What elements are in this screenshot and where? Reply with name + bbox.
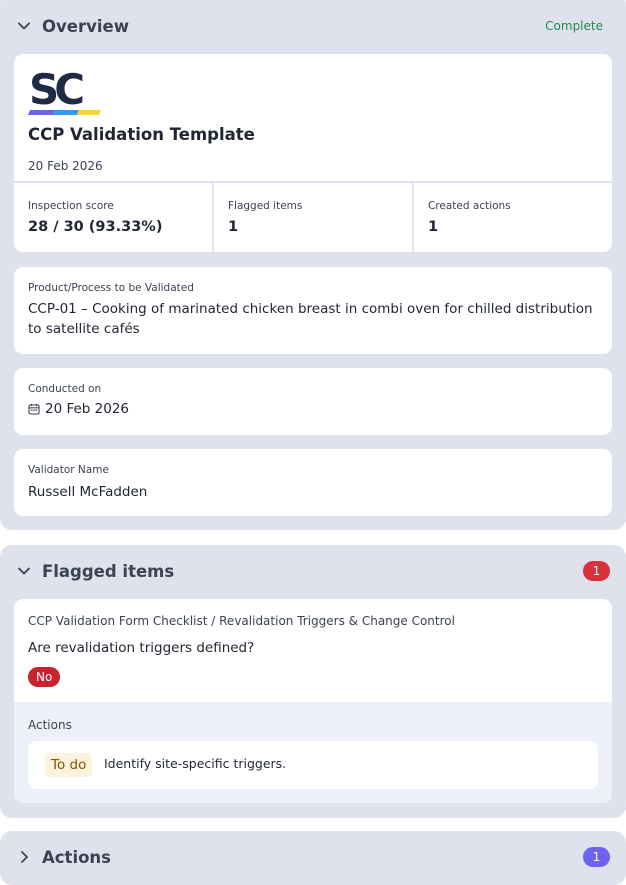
field-label: Validator Name <box>28 464 109 476</box>
field-value: Russell McFadden <box>28 484 148 500</box>
chevron-down-icon[interactable] <box>17 19 31 33</box>
field-value: 20 Feb 2026 <box>45 401 130 417</box>
flagged-count-badge: 1 <box>583 561 610 581</box>
stat-flagged-items[interactable]: Flagged items 1 <box>214 183 414 253</box>
chevron-right-icon[interactable] <box>17 850 31 864</box>
action-status-badge: To do <box>45 753 93 777</box>
field-product-process: Product/Process to be Validated CCP-01 –… <box>14 267 612 354</box>
field-validator-name: Validator Name Russell McFadden <box>14 449 612 516</box>
actions-panel: Actions To do Identify site-specific tri… <box>14 702 612 803</box>
action-text: Identify site-specific triggers. <box>104 756 287 771</box>
actions-header[interactable]: Actions 1 <box>0 835 626 879</box>
stat-value: 1 <box>428 219 439 235</box>
actions-title: Actions <box>42 847 111 867</box>
stat-inspection-score: Inspection score 28 / 30 (93.33%) <box>14 183 214 253</box>
action-item[interactable]: To do Identify site-specific triggers. <box>28 741 598 789</box>
template-summary-card: SC CCP Validation Template 20 Feb 2026 I… <box>14 54 612 253</box>
actions-section: Actions 1 <box>0 831 626 885</box>
flagged-items-section: Flagged items 1 CCP Validation Form Chec… <box>0 545 626 818</box>
overview-section: Overview Complete SC CCP Validation Temp… <box>0 0 626 530</box>
actions-count-badge: 1 <box>583 847 610 867</box>
question-text: Are revalidation triggers defined? <box>28 640 255 656</box>
question-path: CCP Validation Form Checklist / Revalida… <box>28 614 455 628</box>
conducted-date: 20 Feb 2026 <box>28 401 129 417</box>
response-badge: No <box>28 667 61 687</box>
stat-created-actions[interactable]: Created actions 1 <box>414 183 612 253</box>
field-conducted-on: Conducted on 20 Feb 2026 <box>14 368 612 435</box>
field-label: Conducted on <box>28 383 102 395</box>
svg-text:SC: SC <box>29 67 83 114</box>
stat-label: Created actions <box>428 200 511 212</box>
status-badge: Complete <box>545 19 603 33</box>
flagged-items-title: Flagged items <box>42 561 175 581</box>
actions-label: Actions <box>28 718 72 732</box>
template-title: CCP Validation Template <box>28 125 255 144</box>
calendar-icon <box>28 403 40 415</box>
overview-header[interactable]: Overview Complete <box>0 4 626 48</box>
template-date: 20 Feb 2026 <box>28 159 103 173</box>
overview-title: Overview <box>42 16 129 36</box>
chevron-down-icon[interactable] <box>17 564 31 578</box>
brand-logo: SC <box>28 67 101 115</box>
stat-value: 1 <box>228 219 239 235</box>
stat-label: Flagged items <box>228 200 303 212</box>
stat-value: 28 / 30 (93.33%) <box>28 219 163 235</box>
field-value: CCP-01 – Cooking of marinated chicken br… <box>28 301 593 337</box>
field-label: Product/Process to be Validated <box>28 282 194 294</box>
flagged-item-card[interactable]: CCP Validation Form Checklist / Revalida… <box>14 599 612 803</box>
stats-row: Inspection score 28 / 30 (93.33%) Flagge… <box>14 181 612 253</box>
stat-label: Inspection score <box>28 200 114 212</box>
flagged-items-header[interactable]: Flagged items 1 <box>0 549 626 593</box>
